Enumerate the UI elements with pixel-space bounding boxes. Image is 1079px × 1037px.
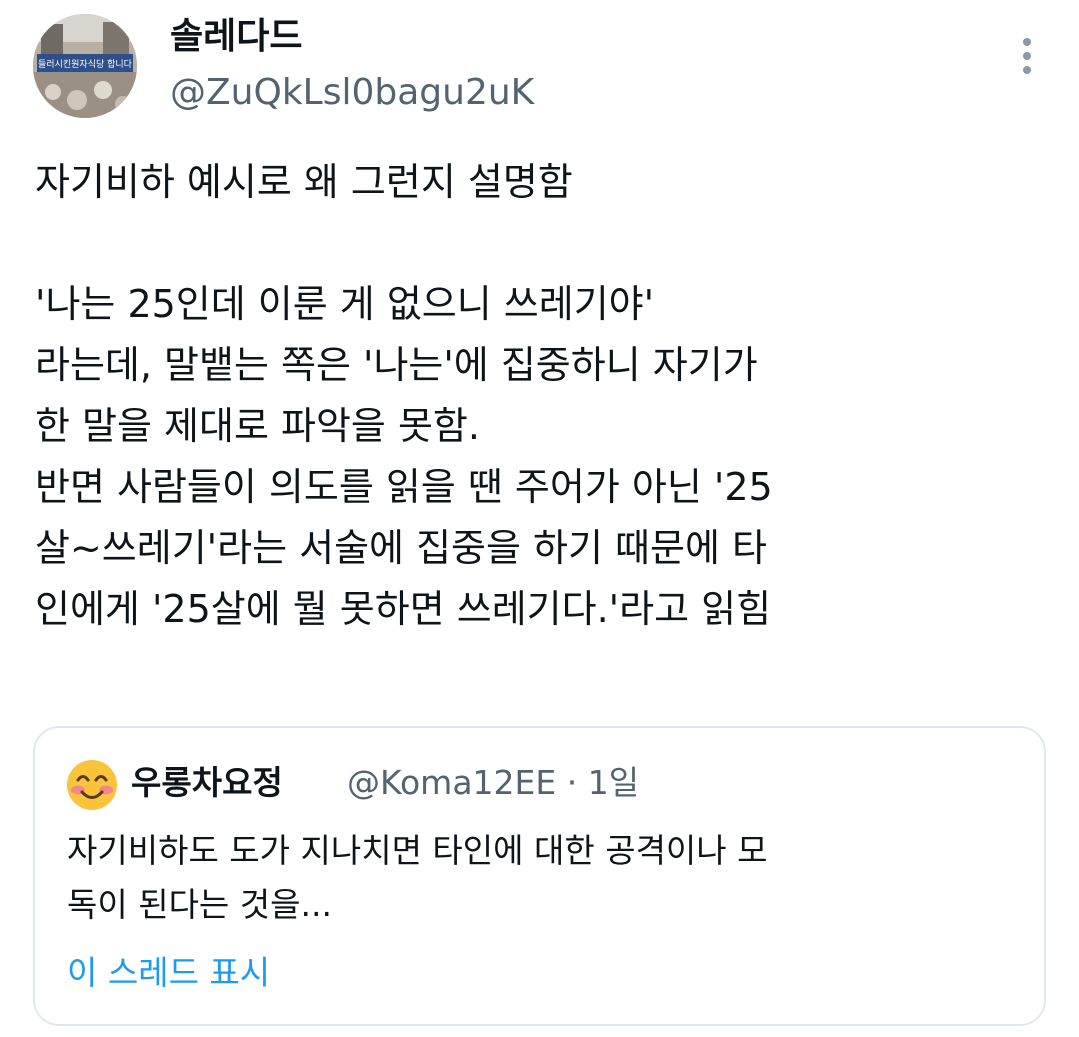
avatar-banner-text: 들러시킨원자식당 합니다 — [38, 59, 133, 70]
quoted-author-name[interactable]: 우롱차요정 — [131, 760, 283, 806]
author-display-name[interactable]: 솔레다드 — [170, 14, 302, 60]
tweet-line: 자기비하 예시로 왜 그런지 설명함 — [35, 160, 573, 204]
tweet-line: '나는 25인데 이룬 게 없으니 쓰레기야' — [35, 282, 655, 326]
quoted-tweet-text: 자기비하도 도가 지나치면 타인에 대한 공격이나 모 독이 된다는 것을... — [67, 824, 1017, 932]
more-dot — [1023, 66, 1031, 74]
tweet-line: 한 말을 제대로 파악을 못함. — [35, 404, 480, 448]
author-handle[interactable]: @ZuQkLsl0bagu2uK — [170, 70, 534, 116]
avatar[interactable]: 들러시킨원자식당 합니다 — [33, 14, 137, 118]
quoted-author-meta: @Koma12EE · 1일 — [347, 763, 640, 802]
show-thread-link[interactable]: 이 스레드 표시 — [67, 950, 270, 996]
quoted-tweet-line: 독이 된다는 것을... — [67, 885, 332, 924]
more-options-icon[interactable] — [1010, 36, 1044, 76]
quoted-tweet-line: 자기비하도 도가 지나치면 타인에 대한 공격이나 모 — [67, 831, 768, 870]
tweet-line: 인에게 '25살에 뭘 못하면 쓰레기다.'라고 읽힘 — [35, 587, 772, 631]
tweet[interactable]: 들러시킨원자식당 합니다 솔레다드 @ZuQkLsl0bagu2uK 자기비하 … — [0, 0, 1079, 1037]
tweet-line: 라는데, 말뱉는 쪽은 '나는'에 집중하니 자기가 — [35, 343, 758, 387]
more-dot — [1023, 38, 1031, 46]
smiling-face-emoji-icon — [65, 758, 119, 812]
tweet-line: 반면 사람들이 의도를 읽을 땐 주어가 아닌 '25 — [35, 465, 773, 509]
avatar-photo-icon: 들러시킨원자식당 합니다 — [33, 14, 137, 118]
tweet-text: 자기비하 예시로 왜 그런지 설명함 '나는 25인데 이룬 게 없으니 쓰레기… — [35, 152, 1045, 640]
tweet-line: 살~쓰레기'라는 서술에 집중을 하기 때문에 타 — [35, 526, 767, 570]
quoted-tweet-card[interactable]: 우롱차요정 @Koma12EE · 1일 자기비하도 도가 지나치면 타인에 대… — [33, 726, 1046, 1026]
more-dot — [1023, 52, 1031, 60]
